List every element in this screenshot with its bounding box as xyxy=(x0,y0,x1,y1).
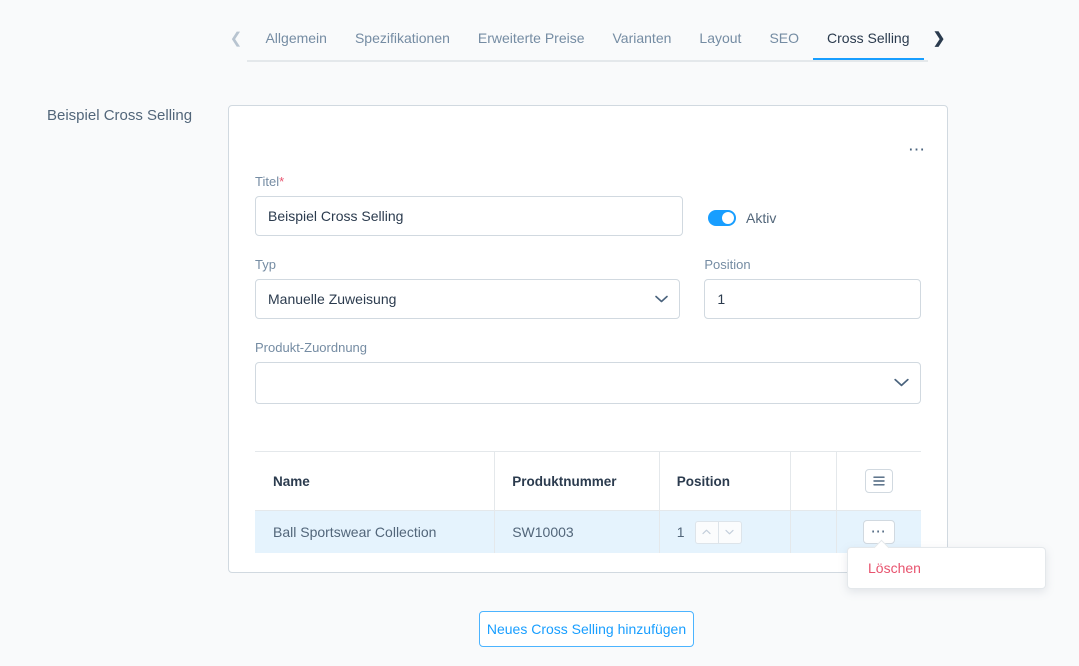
tab-bar: ❮ Allgemein Spezifikationen Erweiterte P… xyxy=(225,18,950,62)
section-title: Beispiel Cross Selling xyxy=(47,107,193,124)
type-select-value: Manuelle Zuweisung xyxy=(268,291,397,307)
tab-seo[interactable]: SEO xyxy=(755,18,813,58)
cell-name: Ball Sportswear Collection xyxy=(273,524,437,540)
position-input[interactable] xyxy=(704,279,921,319)
title-label-text: Titel xyxy=(255,174,280,189)
position-value: 1 xyxy=(676,524,685,540)
cross-selling-form: Titel* Aktiv Typ Manuelle Zuweisung xyxy=(255,174,921,404)
product-assignment-wrapper xyxy=(255,362,921,404)
product-assignment-label: Produkt-Zuordnung xyxy=(255,340,368,355)
column-header-name: Name xyxy=(273,473,310,489)
position-label: Position xyxy=(704,257,751,272)
active-toggle-group: Aktiv xyxy=(708,210,776,226)
cell-produktnummer: SW10003 xyxy=(494,511,659,553)
add-cross-selling-button[interactable]: Neues Cross Selling hinzufügen xyxy=(479,611,694,647)
column-header-spacer xyxy=(790,452,836,510)
table-row[interactable]: Ball Sportswear Collection SW10003 1 ⋯ xyxy=(255,511,921,553)
table-settings-icon[interactable] xyxy=(864,469,893,493)
ellipsis-icon[interactable]: ⋯ xyxy=(862,520,895,544)
position-stepper xyxy=(694,520,742,544)
product-assignment-group: Produkt-Zuordnung xyxy=(255,340,921,404)
position-field-group: Position xyxy=(704,257,921,319)
chevron-down-icon[interactable] xyxy=(717,520,742,544)
chevron-right-icon[interactable]: ❯ xyxy=(928,18,950,58)
cross-selling-table: Name Produktnummer Position Ball Sportsw… xyxy=(255,451,921,553)
cross-selling-card: ⋯ Titel* Aktiv Typ Manuelle Zuweisung xyxy=(228,105,948,573)
active-toggle[interactable] xyxy=(708,210,736,226)
tab-spezifikationen[interactable]: Spezifikationen xyxy=(341,18,464,58)
type-position-row: Typ Manuelle Zuweisung Position xyxy=(255,257,921,319)
toggle-knob xyxy=(722,212,734,224)
column-header-position: Position xyxy=(658,452,791,510)
column-header-produktnummer: Produktnummer xyxy=(494,452,659,510)
tab-erweiterte-preise[interactable]: Erweiterte Preise xyxy=(464,18,599,58)
active-toggle-label: Aktiv xyxy=(746,210,777,226)
tab-varianten[interactable]: Varianten xyxy=(599,18,686,58)
required-marker: * xyxy=(279,174,285,189)
chevron-left-icon[interactable]: ❮ xyxy=(225,18,247,58)
type-field-group: Typ Manuelle Zuweisung xyxy=(255,257,681,319)
tab-cross-selling[interactable]: Cross Selling xyxy=(813,18,925,60)
cell-position: 1 xyxy=(658,511,791,553)
context-menu-item-delete[interactable]: Löschen xyxy=(848,560,1045,576)
title-input[interactable] xyxy=(255,196,683,236)
type-label: Typ xyxy=(255,257,276,272)
title-label: Titel* xyxy=(255,174,683,190)
product-assignment-select[interactable] xyxy=(255,362,921,404)
table-header-row: Name Produktnummer Position xyxy=(255,452,921,511)
chevron-up-icon[interactable] xyxy=(694,520,718,544)
row-context-menu: Löschen xyxy=(847,547,1046,589)
type-select[interactable]: Manuelle Zuweisung xyxy=(255,279,681,319)
cell-spacer xyxy=(790,511,836,553)
title-field-group: Titel* xyxy=(255,174,683,236)
column-header-actions xyxy=(836,452,921,510)
type-select-wrapper: Manuelle Zuweisung xyxy=(255,279,681,319)
tab-layout[interactable]: Layout xyxy=(685,18,755,58)
ellipsis-icon[interactable]: ⋯ xyxy=(905,138,929,162)
title-row: Titel* Aktiv xyxy=(255,174,921,236)
tab-allgemein[interactable]: Allgemein xyxy=(251,18,340,58)
tab-list: Allgemein Spezifikationen Erweiterte Pre… xyxy=(247,18,928,62)
